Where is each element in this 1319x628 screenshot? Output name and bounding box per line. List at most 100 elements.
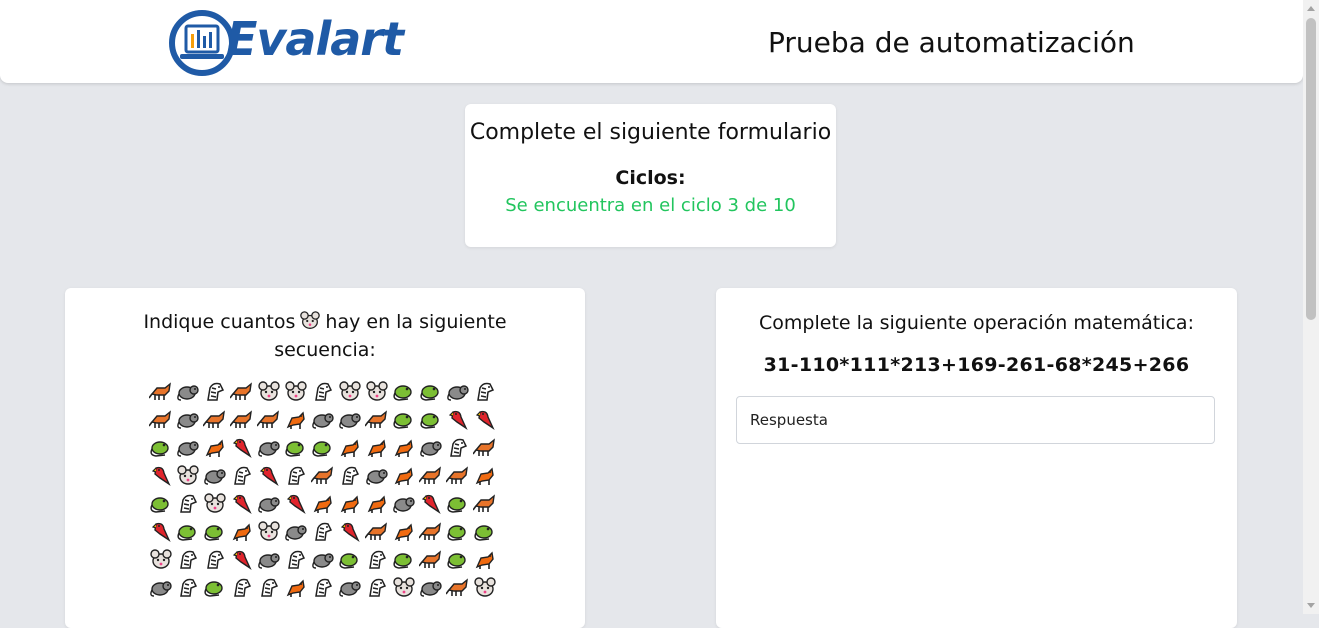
counting-question: Indique cuantos hay en la siguiente secue… <box>135 308 515 364</box>
fox-glyph <box>473 438 495 456</box>
mouse-glyph <box>300 311 321 329</box>
rat-glyph <box>204 469 226 485</box>
zebra-glyph <box>180 494 198 513</box>
animal-sequence <box>149 380 501 598</box>
zebra-icon <box>257 576 284 598</box>
logo-text: Evalart <box>226 12 404 66</box>
fox-glyph <box>419 466 441 484</box>
rat-glyph <box>339 413 361 429</box>
parrot-icon <box>149 520 176 542</box>
fox-icon <box>311 464 338 486</box>
counting-card: Indique cuantos hay en la siguiente secue… <box>65 288 585 628</box>
rat-glyph <box>258 497 280 513</box>
mouse-icon <box>257 380 284 402</box>
zebra-glyph <box>315 382 333 401</box>
mouse-glyph <box>150 549 172 569</box>
squirrel-icon <box>311 492 338 514</box>
squirrel-icon <box>338 436 365 458</box>
fox-icon <box>473 436 500 458</box>
lizard-icon <box>446 492 473 514</box>
rat-icon <box>419 436 446 458</box>
lizard-icon <box>311 436 338 458</box>
rat-glyph <box>258 553 280 569</box>
squirrel-glyph <box>232 523 251 541</box>
rat-icon <box>149 576 176 598</box>
rat-glyph <box>393 497 415 513</box>
scroll-down-arrow[interactable] <box>1307 603 1315 608</box>
lizard-icon <box>446 520 473 542</box>
answer-input[interactable] <box>736 396 1215 444</box>
fox-glyph <box>365 410 387 428</box>
squirrel-glyph <box>394 467 413 485</box>
cycles-label: Ciclos: <box>615 167 686 189</box>
zebra-icon <box>203 380 230 402</box>
squirrel-glyph <box>286 579 305 597</box>
parrot-glyph <box>232 438 252 458</box>
mouse-icon <box>338 380 365 402</box>
squirrel-glyph <box>394 523 413 541</box>
lizard-glyph <box>150 497 169 513</box>
fox-icon <box>230 408 257 430</box>
lizard-icon <box>149 436 176 458</box>
mouse-glyph <box>258 521 280 541</box>
parrot-glyph <box>475 410 495 430</box>
fox-glyph <box>446 466 468 484</box>
scrollbar[interactable] <box>1303 0 1319 614</box>
zebra-icon <box>176 548 203 570</box>
parrot-icon <box>230 548 257 570</box>
rat-icon <box>257 548 284 570</box>
page-title: Prueba de automatización <box>768 26 1135 59</box>
rat-glyph <box>339 581 361 597</box>
scroll-up-arrow[interactable] <box>1307 6 1315 11</box>
zebra-icon <box>446 436 473 458</box>
zebra-icon <box>365 576 392 598</box>
lizard-icon <box>203 520 230 542</box>
zebra-icon <box>284 548 311 570</box>
squirrel-icon <box>392 436 419 458</box>
parrot-glyph <box>448 410 468 430</box>
fox-glyph <box>311 466 333 484</box>
squirrel-glyph <box>367 495 386 513</box>
status-card: Complete el siguiente formulario Ciclos:… <box>465 104 836 247</box>
fox-icon <box>365 408 392 430</box>
zebra-glyph <box>234 578 252 597</box>
fox-icon <box>446 576 473 598</box>
mouse-icon <box>299 310 321 329</box>
scroll-thumb[interactable] <box>1306 18 1316 320</box>
mouse-glyph <box>393 577 415 597</box>
lizard-icon <box>446 548 473 570</box>
parrot-icon <box>149 464 176 486</box>
zebra-glyph <box>450 438 468 457</box>
lizard-icon <box>419 408 446 430</box>
rat-icon <box>284 520 311 542</box>
zebra-glyph <box>180 550 198 569</box>
fox-glyph <box>446 578 468 596</box>
lizard-glyph <box>150 441 169 457</box>
parrot-glyph <box>340 522 360 542</box>
fox-glyph <box>149 382 171 400</box>
rat-icon <box>338 408 365 430</box>
fox-glyph <box>230 382 252 400</box>
fox-icon <box>149 408 176 430</box>
zebra-glyph <box>369 550 387 569</box>
lizard-glyph <box>177 525 196 541</box>
zebra-icon <box>311 576 338 598</box>
cycles-status: Se encuentra en el ciclo 3 de 10 <box>505 195 796 216</box>
mouse-glyph <box>204 493 226 513</box>
fox-icon <box>473 492 500 514</box>
rat-icon <box>311 408 338 430</box>
squirrel-icon <box>365 492 392 514</box>
rat-glyph <box>285 525 307 541</box>
math-card: Complete la siguiente operación matemáti… <box>716 288 1237 628</box>
lizard-icon <box>392 380 419 402</box>
fox-icon <box>446 464 473 486</box>
parrot-glyph <box>259 466 279 486</box>
fox-icon <box>149 380 176 402</box>
fox-icon <box>257 408 284 430</box>
rat-glyph <box>150 581 172 597</box>
rat-glyph <box>420 581 442 597</box>
squirrel-icon <box>284 408 311 430</box>
rat-icon <box>392 492 419 514</box>
rat-icon <box>446 380 473 402</box>
zebra-icon <box>311 380 338 402</box>
